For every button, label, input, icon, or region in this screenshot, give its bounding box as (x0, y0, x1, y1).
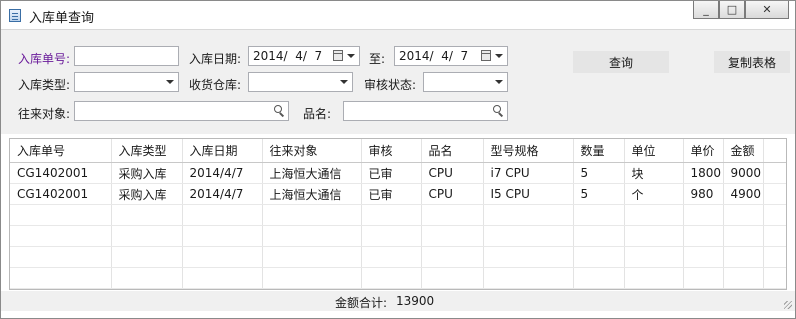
app-window: 入库单查询 _ □ ✕ 入库单号: 入库日期: 2014/ 4/ 7 至: 20… (0, 0, 796, 319)
title-bar: 入库单查询 _ □ ✕ (1, 1, 795, 29)
product-search-input[interactable] (343, 101, 508, 121)
column-header-partner[interactable]: 往来对象 (262, 139, 362, 163)
column-header-model[interactable]: 型号规格 (483, 139, 574, 163)
order-no-label: 入库单号: (18, 52, 71, 66)
partner-search-input[interactable] (74, 101, 289, 121)
cell-product[interactable]: CPU (421, 183, 484, 205)
column-header-unit[interactable]: 单位 (624, 139, 684, 163)
column-header-type[interactable]: 入库类型 (111, 139, 183, 163)
table-row[interactable]: CG1402001 采购入库 2014/4/7 上海恒大通信 已审 CPU I5… (10, 183, 786, 205)
query-button[interactable]: 查询 (573, 51, 669, 73)
cell-audit[interactable]: 已审 (361, 162, 422, 184)
window-title: 入库单查询 (29, 11, 95, 26)
cell-type[interactable]: 采购入库 (111, 183, 183, 205)
chevron-down-icon[interactable] (340, 80, 348, 84)
audit-select[interactable] (423, 72, 508, 92)
column-header-amount[interactable]: 金额 (723, 139, 764, 163)
calendar-icon[interactable] (333, 50, 343, 61)
window-controls: _ □ ✕ (693, 1, 789, 20)
cell-partner[interactable]: 上海恒大通信 (262, 162, 362, 184)
chevron-down-icon[interactable] (166, 80, 174, 84)
total-amount-value: 13900 (396, 294, 435, 308)
cell-order-no[interactable]: CG1402001 (10, 162, 112, 184)
date-from-picker[interactable]: 2014/ 4/ 7 (248, 46, 360, 66)
status-bar: 金额合计: 13900 (1, 291, 795, 311)
cell-product[interactable]: CPU (421, 162, 484, 184)
cell-model[interactable]: I5 CPU (483, 183, 574, 205)
cell-unit[interactable]: 块 (624, 162, 684, 184)
cell-audit[interactable]: 已审 (361, 183, 422, 205)
type-label: 入库类型: (18, 78, 71, 92)
close-button[interactable]: ✕ (745, 1, 789, 19)
header-row: 入库单号 入库类型 入库日期 往来对象 审核 品名 型号规格 数量 单位 单价 … (10, 139, 786, 163)
cell-order-no[interactable]: CG1402001 (10, 183, 112, 205)
cell-price[interactable]: 980 (683, 183, 724, 205)
minimize-button[interactable]: _ (693, 1, 719, 19)
audit-label: 审核状态: (364, 78, 417, 92)
resize-grip-icon[interactable] (784, 301, 792, 309)
table-row[interactable]: CG1402001 采购入库 2014/4/7 上海恒大通信 已审 CPU i7… (10, 162, 786, 184)
column-header-price[interactable]: 单价 (683, 139, 724, 163)
cell-partner[interactable]: 上海恒大通信 (262, 183, 362, 205)
cell-quantity[interactable]: 5 (573, 183, 625, 205)
results-table: 入库单号 入库类型 入库日期 往来对象 审核 品名 型号规格 数量 单位 单价 … (10, 139, 786, 289)
column-header-product[interactable]: 品名 (421, 139, 484, 163)
cell-amount[interactable]: 4900 (723, 183, 764, 205)
cell-filler (763, 183, 786, 205)
empty-row (10, 225, 786, 247)
column-header-filler (763, 139, 786, 163)
empty-row (10, 288, 786, 289)
cell-unit[interactable]: 个 (624, 183, 684, 205)
table-window-icon (9, 9, 21, 22)
empty-row (10, 204, 786, 226)
type-select[interactable] (74, 72, 179, 92)
results-grid[interactable]: 入库单号 入库类型 入库日期 往来对象 审核 品名 型号规格 数量 单位 单价 … (9, 138, 787, 290)
column-header-quantity[interactable]: 数量 (573, 139, 625, 163)
cell-type[interactable]: 采购入库 (111, 162, 183, 184)
column-header-order-no[interactable]: 入库单号 (10, 139, 112, 163)
cell-price[interactable]: 1800 (683, 162, 724, 184)
date-label: 入库日期: (189, 52, 242, 66)
filter-panel: 入库单号: 入库日期: 2014/ 4/ 7 至: 2014/ 4/ 7 查询 … (1, 29, 795, 134)
cell-filler (763, 162, 786, 184)
warehouse-select[interactable] (248, 72, 353, 92)
warehouse-label: 收货仓库: (189, 78, 242, 92)
column-header-audit[interactable]: 审核 (361, 139, 422, 163)
product-label: 品名: (303, 107, 332, 121)
search-icon[interactable] (493, 105, 501, 113)
search-icon[interactable] (274, 105, 282, 113)
empty-row (10, 246, 786, 268)
date-to-picker[interactable]: 2014/ 4/ 7 (394, 46, 508, 66)
maximize-button[interactable]: □ (719, 1, 745, 19)
cell-amount[interactable]: 9000 (723, 162, 764, 184)
cell-quantity[interactable]: 5 (573, 162, 625, 184)
date-to-label: 至: (369, 52, 386, 66)
cell-date[interactable]: 2014/4/7 (182, 183, 263, 205)
date-from-value: 2014/ 4/ 7 (253, 49, 323, 63)
chevron-down-icon[interactable] (495, 80, 503, 84)
date-to-value: 2014/ 4/ 7 (399, 49, 469, 63)
order-no-input[interactable] (74, 46, 179, 66)
empty-row (10, 267, 786, 289)
total-amount-label: 金额合计: (335, 296, 388, 310)
calendar-icon[interactable] (481, 50, 491, 61)
chevron-down-icon[interactable] (347, 54, 355, 58)
cell-date[interactable]: 2014/4/7 (182, 162, 263, 184)
partner-label: 往来对象: (18, 107, 71, 121)
column-header-date[interactable]: 入库日期 (182, 139, 263, 163)
chevron-down-icon[interactable] (495, 54, 503, 58)
copy-table-button[interactable]: 复制表格 (714, 51, 790, 73)
cell-model[interactable]: i7 CPU (483, 162, 574, 184)
